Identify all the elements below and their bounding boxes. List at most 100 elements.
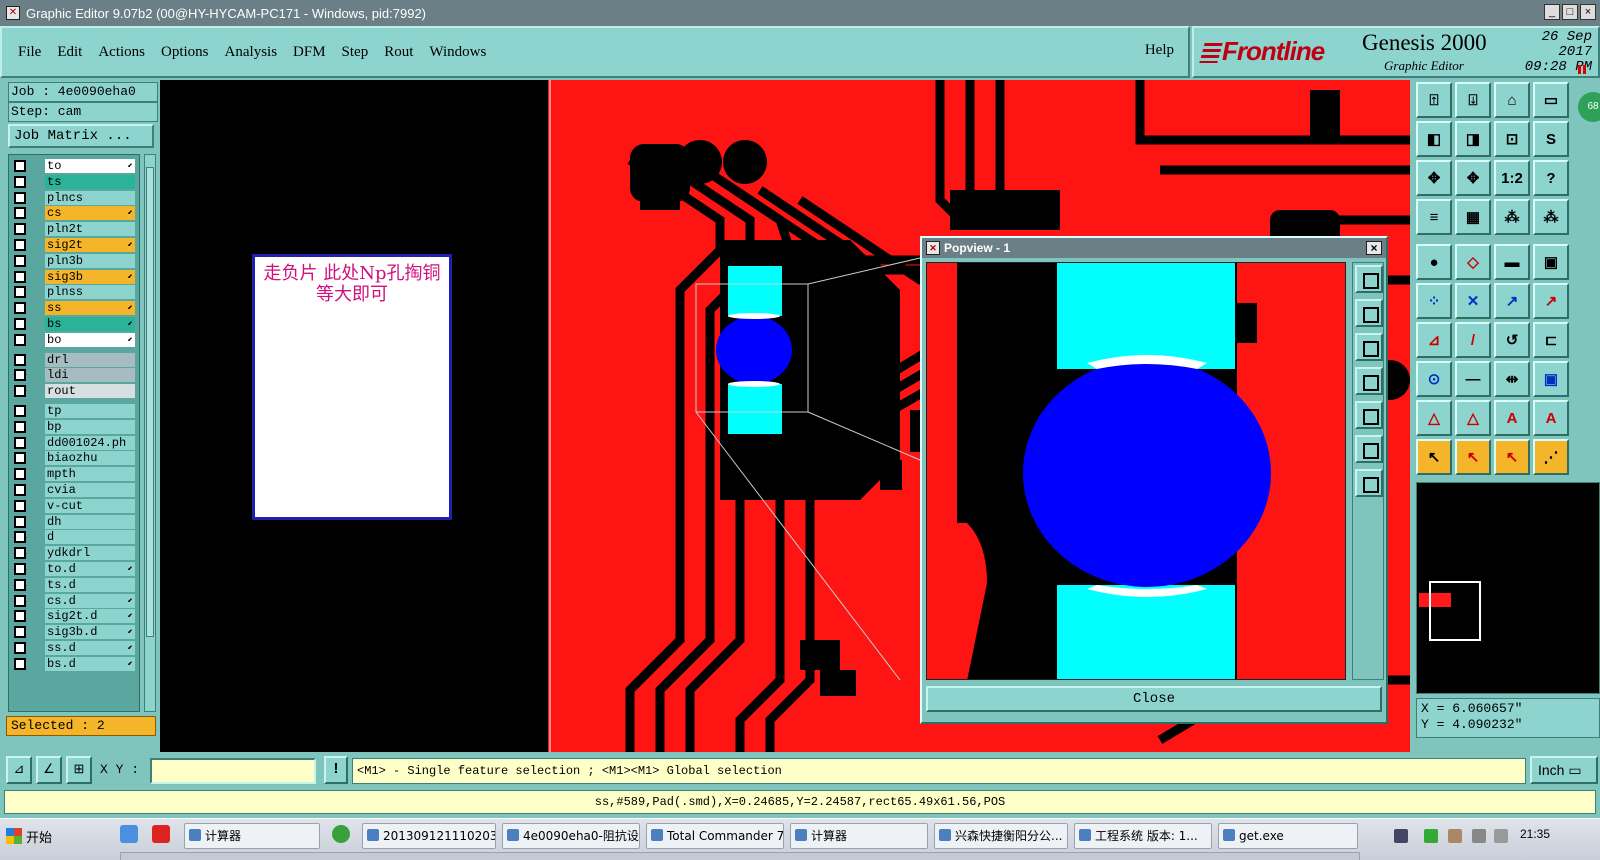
center-icon[interactable]: ✥ xyxy=(1455,160,1491,196)
layer-checkbox[interactable] xyxy=(14,484,26,496)
slash-icon[interactable]: / xyxy=(1455,322,1491,358)
menu-step[interactable]: Step xyxy=(342,44,369,61)
overview-map[interactable] xyxy=(1416,482,1600,694)
layer-checkbox[interactable] xyxy=(14,302,26,315)
task-browser[interactable]: 兴森快捷衡阳分公... xyxy=(934,823,1068,849)
text-2-icon[interactable]: A xyxy=(1533,400,1569,436)
layer-name[interactable]: ts.d xyxy=(45,577,135,592)
layer-row-cs[interactable]: cs ⬋ xyxy=(11,206,137,221)
layer-checkbox[interactable] xyxy=(14,531,26,544)
layer-checkbox[interactable] xyxy=(14,254,26,267)
layer-name[interactable]: ldi xyxy=(45,368,135,383)
close-button[interactable]: × xyxy=(1580,4,1596,20)
layer-name[interactable]: d xyxy=(45,530,135,545)
measure-button[interactable]: ∠ xyxy=(36,756,62,784)
layer-checkbox[interactable] xyxy=(14,657,26,670)
dash-icon[interactable]: — xyxy=(1455,361,1491,397)
xy-input[interactable] xyxy=(150,758,316,784)
layer-row-tp[interactable]: tp xyxy=(11,404,137,418)
align-icon[interactable]: ⋰ xyxy=(1533,439,1569,475)
ruler-icon[interactable]: ▬ xyxy=(1494,244,1530,280)
layer-row-to[interactable]: to ⬋ xyxy=(11,159,137,173)
tray-icon-2[interactable] xyxy=(1424,829,1438,843)
layer-checkbox[interactable] xyxy=(14,385,26,398)
layer-row-dd001024-ph[interactable]: dd001024.ph xyxy=(11,435,137,450)
layer-row-mpth[interactable]: mpth xyxy=(11,467,137,482)
layer-row-bs[interactable]: bs ⬋ xyxy=(11,317,137,331)
layer-row-sig3b-d[interactable]: sig3b.d ⬋ xyxy=(11,625,137,640)
popview-close-button[interactable]: Close xyxy=(926,686,1382,712)
layer-row-cvia[interactable]: cvia xyxy=(11,483,137,497)
task-get-exe[interactable]: get.exe xyxy=(1218,823,1358,849)
layer-checkbox[interactable] xyxy=(14,270,26,283)
layer-row-ldi[interactable]: ldi xyxy=(11,368,137,383)
layer-checkbox[interactable] xyxy=(14,353,26,366)
layer-checkbox[interactable] xyxy=(14,452,26,465)
layer-row-plncs[interactable]: plncs xyxy=(11,190,137,205)
scroll-thumb[interactable] xyxy=(146,167,154,637)
layer-name[interactable]: cs ⬋ xyxy=(45,206,135,221)
grid-icon[interactable]: ▦ xyxy=(1455,199,1491,235)
layer-name[interactable]: bs ⬋ xyxy=(45,317,135,331)
window-icon[interactable]: ▭ xyxy=(1533,82,1569,118)
volume-icon[interactable] xyxy=(1494,829,1508,843)
layer-row-sig2t[interactable]: sig2t ⬋ xyxy=(11,238,137,252)
layer-checkbox[interactable] xyxy=(14,318,26,330)
popview-pan-down-button[interactable] xyxy=(1355,333,1383,361)
alert-button[interactable]: ! xyxy=(324,756,348,784)
menu-actions[interactable]: Actions xyxy=(98,44,145,61)
layer-checkbox[interactable] xyxy=(14,369,26,382)
popview-pan-right-button[interactable] xyxy=(1355,401,1383,429)
zoom-box-icon[interactable]: ⊡ xyxy=(1494,121,1530,157)
home-icon[interactable]: ⌂ xyxy=(1494,82,1530,118)
task-file-1[interactable]: 20130912111020367... xyxy=(362,823,496,849)
layer-checkbox[interactable] xyxy=(14,563,26,575)
layer-name[interactable]: sig3b ⬋ xyxy=(45,269,135,284)
layer-name[interactable]: dd001024.ph xyxy=(45,435,135,450)
layer-checkbox[interactable] xyxy=(14,239,26,251)
undo-icon[interactable]: ↺ xyxy=(1494,322,1530,358)
popview-pan-left-button[interactable] xyxy=(1355,367,1383,395)
layer-row-ts[interactable]: ts xyxy=(11,174,137,189)
layer-name[interactable]: bs.d ⬋ xyxy=(45,656,135,671)
layer-name[interactable]: v-cut xyxy=(45,498,135,513)
layer-row-rout[interactable]: rout xyxy=(11,384,137,399)
layer-row-plnss[interactable]: plnss xyxy=(11,285,137,300)
task-total-commander[interactable]: Total Commander 7.0... xyxy=(646,823,784,849)
layer-row-to-d[interactable]: to.d ⬋ xyxy=(11,562,137,576)
menu-file[interactable]: File xyxy=(18,44,41,61)
layer-checkbox[interactable] xyxy=(14,468,26,481)
layer-row-ts-d[interactable]: ts.d xyxy=(11,577,137,592)
popview-close-icon[interactable]: × xyxy=(1366,241,1382,255)
board-icon[interactable]: ▣ xyxy=(1533,244,1569,280)
layer-checkbox[interactable] xyxy=(14,642,26,654)
tray-icon-1[interactable] xyxy=(1394,829,1408,843)
layer-name[interactable]: pln2t xyxy=(45,222,135,237)
select-icon[interactable]: ↖ xyxy=(1416,439,1452,475)
layer-name[interactable]: bp xyxy=(45,419,135,434)
layer-name[interactable]: pln3b xyxy=(45,253,135,268)
outline-icon[interactable]: ◇ xyxy=(1455,244,1491,280)
task-word-doc[interactable]: 4e0090eha0-阻抗设... xyxy=(502,823,640,849)
layer-name[interactable]: cvia xyxy=(45,483,135,497)
layer-name[interactable]: ss ⬋ xyxy=(45,301,135,316)
layer-row-sig3b[interactable]: sig3b ⬋ xyxy=(11,269,137,284)
zoom-prev-icon[interactable]: ◧ xyxy=(1416,121,1452,157)
layer-row-cs-d[interactable]: cs.d ⬋ xyxy=(11,593,137,608)
settings-icon[interactable]: ≡ xyxy=(1416,199,1452,235)
layer-checkbox[interactable] xyxy=(14,333,26,346)
layer-name[interactable]: biaozhu xyxy=(45,451,135,466)
menu-windows[interactable]: Windows xyxy=(429,44,486,61)
layer-name[interactable]: cs.d ⬋ xyxy=(45,593,135,608)
layer-checkbox[interactable] xyxy=(14,405,26,417)
select-2-icon[interactable]: ↖ xyxy=(1455,439,1491,475)
snap-button[interactable]: ⊿ xyxy=(6,756,32,784)
layer-checkbox[interactable] xyxy=(14,626,26,639)
text-icon[interactable]: A xyxy=(1494,400,1530,436)
layer-name[interactable]: plnss xyxy=(45,285,135,300)
open-job-icon[interactable]: ⍐ xyxy=(1416,82,1452,118)
stretch-icon[interactable]: ⇹ xyxy=(1494,361,1530,397)
layer-row-biaozhu[interactable]: biaozhu xyxy=(11,451,137,466)
network-icon[interactable] xyxy=(1472,829,1486,843)
layer-checkbox[interactable] xyxy=(14,499,26,512)
